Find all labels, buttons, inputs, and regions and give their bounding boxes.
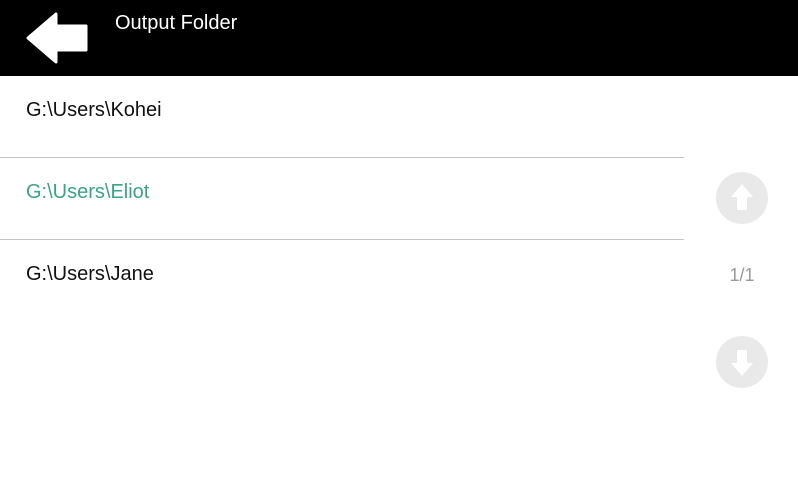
folder-item-label: G:\Users\Eliot [26,181,150,203]
page-title: Output Folder [115,12,238,34]
back-button[interactable] [26,12,88,64]
folder-item-kohei[interactable]: G:\Users\Kohei [0,76,684,158]
arrow-up-icon [731,184,753,210]
header-bar: Output Folder [0,0,798,76]
folder-item-eliot[interactable]: G:\Users\Eliot [0,158,684,240]
scroll-up-button[interactable] [716,172,768,224]
folder-item-label: G:\Users\Jane [26,263,154,285]
scroll-down-button[interactable] [716,336,768,388]
back-arrow-icon [26,12,88,64]
arrow-down-icon [731,350,753,376]
page-indicator: 1/1 [729,265,755,285]
output-folder-screen: Output Folder G:\Users\Kohei G:\Users\El… [0,0,798,479]
folder-list: G:\Users\Kohei G:\Users\Eliot G:\Users\J… [0,76,684,321]
folder-item-label: G:\Users\Kohei [26,99,162,121]
folder-item-jane[interactable]: G:\Users\Jane [0,240,684,321]
